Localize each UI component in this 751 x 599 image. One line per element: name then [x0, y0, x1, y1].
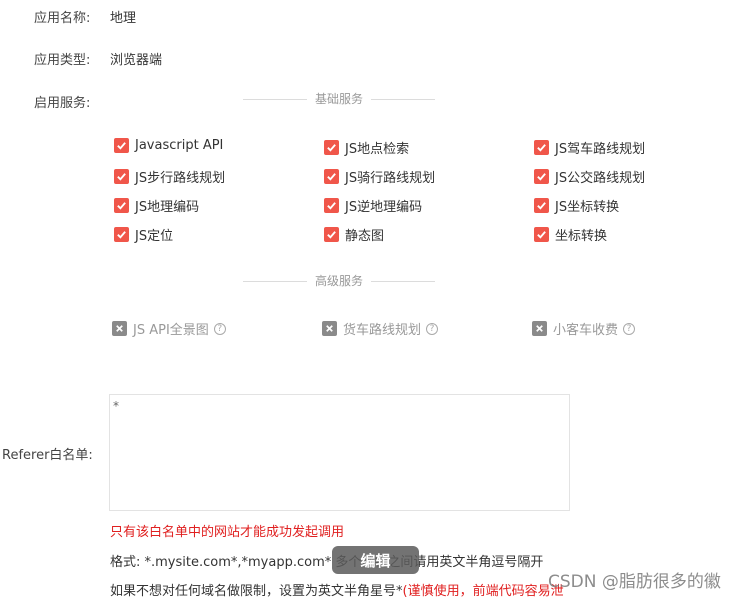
- service-checkbox-js-driving-route[interactable]: JS驾车路线规划: [534, 138, 645, 157]
- no-limit-warning: (谨慎使用，前端代码容易泄: [402, 584, 564, 599]
- checkbox-checked-icon: [534, 227, 549, 242]
- service-checkbox-js-reverse-geocoding[interactable]: JS逆地理编码: [324, 196, 422, 215]
- format-hint: 格式: *.mysite.com*,*myapp.com* 多个域名之间请用英文…: [110, 555, 544, 570]
- edit-button[interactable]: 编辑: [332, 546, 419, 574]
- service-checkbox-js-api-panorama: JS API全景图 ?: [112, 319, 226, 338]
- help-icon[interactable]: ?: [213, 322, 226, 335]
- no-limit-hint: 如果不想对任何域名做限制，设置为英文半角星号*(谨慎使用，前端代码容易泄: [110, 580, 564, 599]
- service-label: 小客车收费: [553, 323, 619, 338]
- service-checkbox-js-location[interactable]: JS定位: [114, 225, 173, 244]
- service-label: JS逆地理编码: [345, 200, 423, 215]
- service-label: Javascript API: [135, 138, 224, 153]
- services-label: 启用服务:: [34, 96, 91, 111]
- service-label: JS地理编码: [135, 200, 200, 215]
- service-label: 静态图: [345, 229, 385, 244]
- advanced-services-divider: 高级服务: [243, 273, 435, 289]
- basic-services-divider: 基础服务: [243, 91, 435, 107]
- service-checkbox-truck-route: 货车路线规划 ?: [322, 319, 439, 338]
- app-type-label: 应用类型:: [34, 53, 91, 68]
- service-label: JS定位: [135, 229, 174, 244]
- checkbox-checked-icon: [534, 169, 549, 184]
- whitelist-hint: 只有该白名单中的网站才能成功发起调用: [110, 525, 345, 540]
- service-checkbox-js-place-search[interactable]: JS地点检索: [324, 138, 409, 157]
- checkbox-checked-icon: [114, 169, 129, 184]
- checkbox-checked-icon: [534, 140, 549, 155]
- help-icon[interactable]: ?: [623, 322, 636, 335]
- service-label: JS地点检索: [345, 142, 410, 157]
- service-checkbox-js-transit-route[interactable]: JS公交路线规划: [534, 167, 645, 186]
- checkbox-disabled-icon: [322, 321, 337, 336]
- service-label: 货车路线规划: [343, 323, 422, 338]
- service-checkbox-js-riding-route[interactable]: JS骑行路线规划: [324, 167, 435, 186]
- app-type-value: 浏览器端: [110, 53, 163, 68]
- basic-services-title: 基础服务: [306, 91, 372, 107]
- referer-label: Referer白名单:: [2, 448, 93, 463]
- checkbox-disabled-icon: [532, 321, 547, 336]
- service-checkbox-coordinate-convert[interactable]: 坐标转换: [534, 225, 607, 244]
- service-checkbox-javascript-api[interactable]: Javascript API: [114, 138, 223, 153]
- service-label: JS骑行路线规划: [345, 171, 436, 186]
- service-label: JS API全景图: [133, 323, 209, 338]
- service-checkbox-static-map[interactable]: 静态图: [324, 225, 384, 244]
- checkbox-checked-icon: [324, 140, 339, 155]
- service-label: JS驾车路线规划: [555, 142, 646, 157]
- checkbox-checked-icon: [114, 138, 129, 153]
- app-name-value: 地理: [110, 11, 137, 26]
- checkbox-checked-icon: [114, 198, 129, 213]
- service-checkbox-car-toll: 小客车收费 ?: [532, 319, 636, 338]
- csdn-watermark: CSDN @脂肪很多的徽: [548, 572, 721, 592]
- service-checkbox-js-walking-route[interactable]: JS步行路线规划: [114, 167, 225, 186]
- service-checkbox-js-coordinate-convert[interactable]: JS坐标转换: [534, 196, 619, 215]
- advanced-services-title: 高级服务: [306, 273, 372, 289]
- service-checkbox-js-geocoding[interactable]: JS地理编码: [114, 196, 199, 215]
- service-label: JS公交路线规划: [555, 171, 646, 186]
- checkbox-checked-icon: [324, 227, 339, 242]
- checkbox-checked-icon: [114, 227, 129, 242]
- checkbox-checked-icon: [534, 198, 549, 213]
- app-name-label: 应用名称:: [34, 11, 91, 26]
- service-label: JS步行路线规划: [135, 171, 226, 186]
- no-limit-text: 如果不想对任何域名做限制，设置为英文半角星号*: [110, 584, 403, 599]
- checkbox-checked-icon: [324, 169, 339, 184]
- service-label: JS坐标转换: [555, 200, 620, 215]
- service-label: 坐标转换: [555, 229, 608, 244]
- checkbox-disabled-icon: [112, 321, 127, 336]
- checkbox-checked-icon: [324, 198, 339, 213]
- referer-whitelist-input[interactable]: *: [109, 394, 570, 511]
- help-icon[interactable]: ?: [426, 322, 439, 335]
